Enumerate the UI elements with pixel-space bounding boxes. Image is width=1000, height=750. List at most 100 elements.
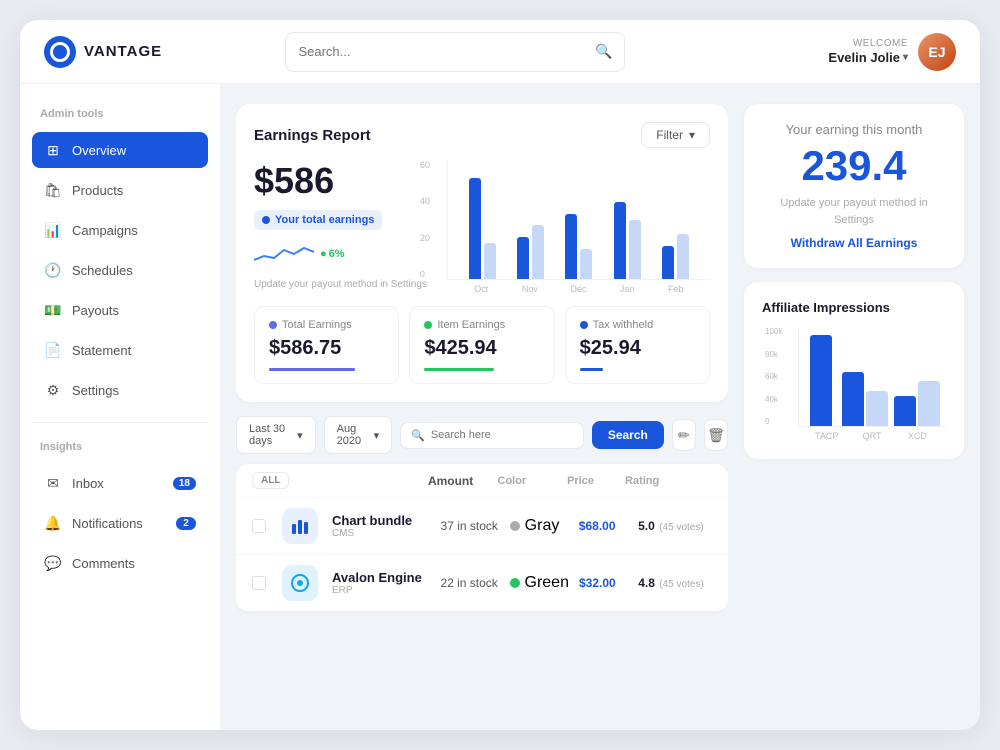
period-filter[interactable]: Last 30 days ▾ (236, 416, 316, 454)
settings-hint: Update your payout method in Settings (254, 278, 427, 292)
filter-button[interactable]: Filter ▾ (641, 122, 710, 148)
stat-value-total: $586.75 (269, 337, 384, 360)
ai-x-labels: TACP QRT XCD (798, 427, 946, 441)
chart-area: 60 40 20 0 (447, 160, 710, 280)
schedules-icon: 🕐 (44, 261, 62, 279)
sidebar-item-overview[interactable]: ⊞ Overview (32, 132, 208, 168)
all-tab[interactable]: ALL (252, 472, 289, 489)
bar-nov-light (532, 225, 544, 279)
withdraw-link[interactable]: Withdraw All Earnings (762, 236, 946, 250)
logo-area: VANTAGE (44, 36, 174, 68)
product-votes: (45 votes) (659, 579, 703, 590)
trend-chart (254, 242, 314, 266)
earnings-body: $586 Your total earnings ● (254, 160, 710, 294)
em-title: Your earning this month (762, 122, 946, 137)
product-name: Chart bundle (332, 513, 431, 528)
search-bar[interactable]: 🔍 (285, 32, 625, 72)
product-rating: 5.0 (638, 519, 655, 533)
sidebar-item-comments[interactable]: 💬 Comments (32, 545, 208, 581)
chevron-down-icon: ▾ (689, 128, 695, 142)
y-labels: 60 40 20 0 (420, 160, 430, 279)
bar-group-nov (506, 160, 554, 279)
table-row: Avalon Engine ERP 22 in stock Green $32.… (236, 555, 728, 611)
statement-icon: 📄 (44, 341, 62, 359)
table-section: Last 30 days ▾ Aug 2020 ▾ 🔍 Search ✏ (236, 416, 728, 611)
app-container: VANTAGE 🔍 WELCOME Evelin Jolie ▾ EJ Admi… (20, 20, 980, 730)
product-sub: ERP (332, 585, 430, 596)
sidebar-item-inbox[interactable]: ✉ Inbox 18 (32, 465, 208, 501)
product-search-input[interactable] (431, 429, 573, 441)
stat-label-total: Total Earnings (269, 319, 384, 331)
earnings-title: Earnings Report (254, 127, 371, 144)
sidebar-item-payouts[interactable]: 💵 Payouts (32, 292, 208, 328)
sidebar-item-settings[interactable]: ⚙ Settings (32, 372, 208, 408)
sidebar-item-label: Overview (72, 143, 126, 158)
row-checkbox[interactable] (252, 519, 266, 533)
em-amount: 239.4 (762, 145, 946, 187)
trend-pct: ● 6% (320, 248, 345, 260)
search-input[interactable] (298, 44, 587, 59)
main-layout: Admin tools ⊞ Overview 🛍 Products 📊 Camp… (20, 84, 980, 730)
chevron-down-icon[interactable]: ▾ (903, 51, 908, 64)
chart-bundle-icon (290, 516, 310, 536)
notifications-badge: 2 (176, 517, 196, 530)
sidebar-item-label: Settings (72, 383, 119, 398)
product-search[interactable]: 🔍 (400, 422, 584, 449)
grid-icon: ⊞ (44, 141, 62, 159)
sidebar-item-statement[interactable]: 📄 Statement (32, 332, 208, 368)
sidebar-item-label: Products (72, 183, 123, 198)
col-price-header: Price (567, 475, 625, 487)
ai-bar-xcd-light (918, 381, 940, 426)
product-rating: 4.8 (638, 576, 655, 590)
big-amount: $586 (254, 160, 427, 202)
sidebar-item-products[interactable]: 🛍 Products (32, 172, 208, 208)
bar-dec-dark (565, 214, 577, 279)
nav-right: WELCOME Evelin Jolie ▾ EJ (828, 33, 956, 71)
search-button[interactable]: Search (592, 421, 664, 449)
sidebar-divider (32, 422, 208, 423)
sidebar-item-schedules[interactable]: 🕐 Schedules (32, 252, 208, 288)
ai-y-labels: 100k 80k 60k 40k 0 (765, 327, 782, 426)
color-dot (510, 578, 520, 588)
ai-bar-qrt-dark (842, 372, 864, 426)
bag-icon: 🛍 (44, 181, 62, 199)
product-icon (282, 565, 318, 601)
product-amount: 37 in stock (441, 519, 500, 533)
col-rating-header: Rating (625, 475, 712, 487)
ai-bar-tacp-dark (810, 335, 832, 426)
stat-dot (424, 321, 432, 329)
bar-group-jan (603, 160, 651, 279)
row-checkbox[interactable] (252, 576, 266, 590)
x-labels: Oct Nov Dec Jan Feb (447, 284, 710, 294)
welcome-label: WELCOME (828, 37, 908, 50)
edit-button[interactable]: ✏ (672, 419, 696, 451)
chat-icon: 💬 (44, 554, 62, 572)
delete-button[interactable]: 🗑 (704, 419, 728, 451)
bar-jan-light (629, 220, 641, 280)
content: Earnings Report Filter ▾ $586 Your total… (220, 84, 980, 730)
inbox-badge: 18 (173, 477, 196, 490)
right-col: Your earning this month 239.4 Update you… (744, 104, 964, 710)
product-votes: (45 votes) (659, 522, 703, 533)
product-amount: 22 in stock (440, 576, 499, 590)
sidebar-item-campaigns[interactable]: 📊 Campaigns (32, 212, 208, 248)
bar-group-feb (652, 160, 700, 279)
product-price: $32.00 (579, 576, 616, 590)
topnav: VANTAGE 🔍 WELCOME Evelin Jolie ▾ EJ (20, 20, 980, 84)
logo-text: VANTAGE (84, 43, 162, 60)
stat-tax-withheld: Tax withheld $25.94 (565, 306, 710, 384)
bar-nov-dark (517, 237, 529, 279)
bar-feb-light (677, 234, 689, 279)
ai-title: Affiliate Impressions (762, 300, 946, 315)
bar-chart: 60 40 20 0 (447, 160, 710, 294)
month-filter[interactable]: Aug 2020 ▾ (324, 416, 392, 454)
affiliate-impressions-card: Affiliate Impressions 100k 80k 60k 40k 0 (744, 282, 964, 459)
stats-row: Total Earnings $586.75 Item Earnings $42… (254, 306, 710, 384)
sidebar: Admin tools ⊞ Overview 🛍 Products 📊 Camp… (20, 84, 220, 730)
product-price: $68.00 (579, 519, 616, 533)
sidebar-item-notifications[interactable]: 🔔 Notifications 2 (32, 505, 208, 541)
stat-item-earnings: Item Earnings $425.94 (409, 306, 554, 384)
table-row: Chart bundle CMS 37 in stock Gray $68.00… (236, 498, 728, 555)
sidebar-item-label: Inbox (72, 476, 104, 491)
sidebar-item-label: Notifications (72, 516, 143, 531)
